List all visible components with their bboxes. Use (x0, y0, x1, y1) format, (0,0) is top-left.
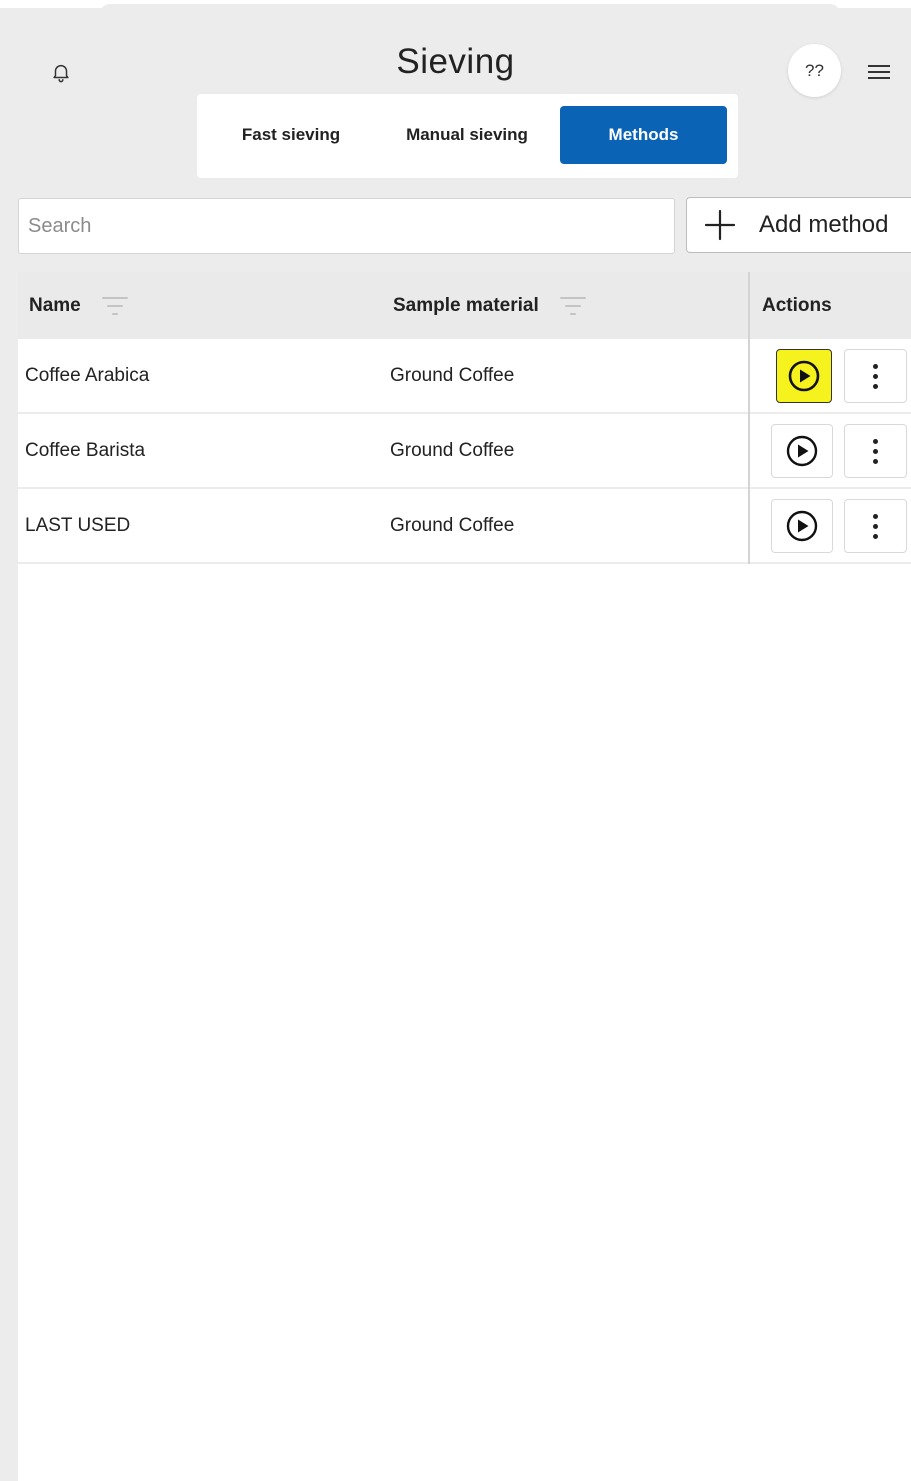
table-row[interactable]: Coffee Barista Ground Coffee (18, 414, 911, 487)
sample-material: Ground Coffee (390, 439, 515, 461)
table-empty-area (18, 564, 911, 1481)
more-options-button[interactable] (844, 349, 907, 403)
filter-icon[interactable] (101, 294, 129, 318)
table-row[interactable]: Coffee Arabica Ground Coffee (18, 339, 911, 412)
actions-column-divider (748, 272, 750, 564)
page-title: Sieving (396, 42, 515, 81)
add-method-label: Add method (759, 211, 889, 238)
tab-fast-sieving[interactable]: Fast sieving (207, 106, 375, 164)
column-header-label: Sample material (393, 294, 539, 316)
more-vertical-icon (873, 361, 878, 391)
help-button[interactable]: ?? (788, 44, 841, 97)
methods-table: Name Sample material Actions Coffee Arab… (18, 272, 911, 564)
play-circle-icon (786, 435, 818, 467)
column-header-sample-material: Sample material (393, 272, 587, 339)
more-options-button[interactable] (844, 499, 907, 553)
tab-manual-sieving[interactable]: Manual sieving (383, 106, 551, 164)
method-name: LAST USED (25, 514, 131, 536)
column-header-actions: Actions (762, 294, 832, 316)
more-vertical-icon (873, 436, 878, 466)
search-input[interactable] (19, 199, 674, 253)
run-method-button[interactable] (771, 424, 833, 478)
filter-icon[interactable] (559, 294, 587, 318)
more-options-button[interactable] (844, 424, 907, 478)
column-header-label: Name (29, 294, 81, 316)
method-name: Coffee Barista (25, 439, 146, 461)
column-header-name: Name (29, 272, 129, 339)
table-header: Name Sample material Actions (18, 272, 911, 339)
add-method-button[interactable]: Add method (686, 197, 911, 253)
run-method-button[interactable] (776, 349, 832, 403)
play-circle-icon (786, 510, 818, 542)
table-row[interactable]: LAST USED Ground Coffee (18, 489, 911, 562)
tab-bar: Fast sieving Manual sieving Methods (197, 94, 738, 178)
run-method-button[interactable] (771, 499, 833, 553)
sample-material: Ground Coffee (390, 364, 515, 386)
search-field (18, 198, 675, 254)
more-vertical-icon (873, 511, 878, 541)
plus-icon (704, 209, 736, 241)
play-circle-icon (788, 360, 820, 392)
method-name: Coffee Arabica (25, 364, 150, 386)
hamburger-menu-icon[interactable] (864, 62, 894, 84)
sample-material: Ground Coffee (390, 514, 515, 536)
tab-methods[interactable]: Methods (560, 106, 727, 164)
